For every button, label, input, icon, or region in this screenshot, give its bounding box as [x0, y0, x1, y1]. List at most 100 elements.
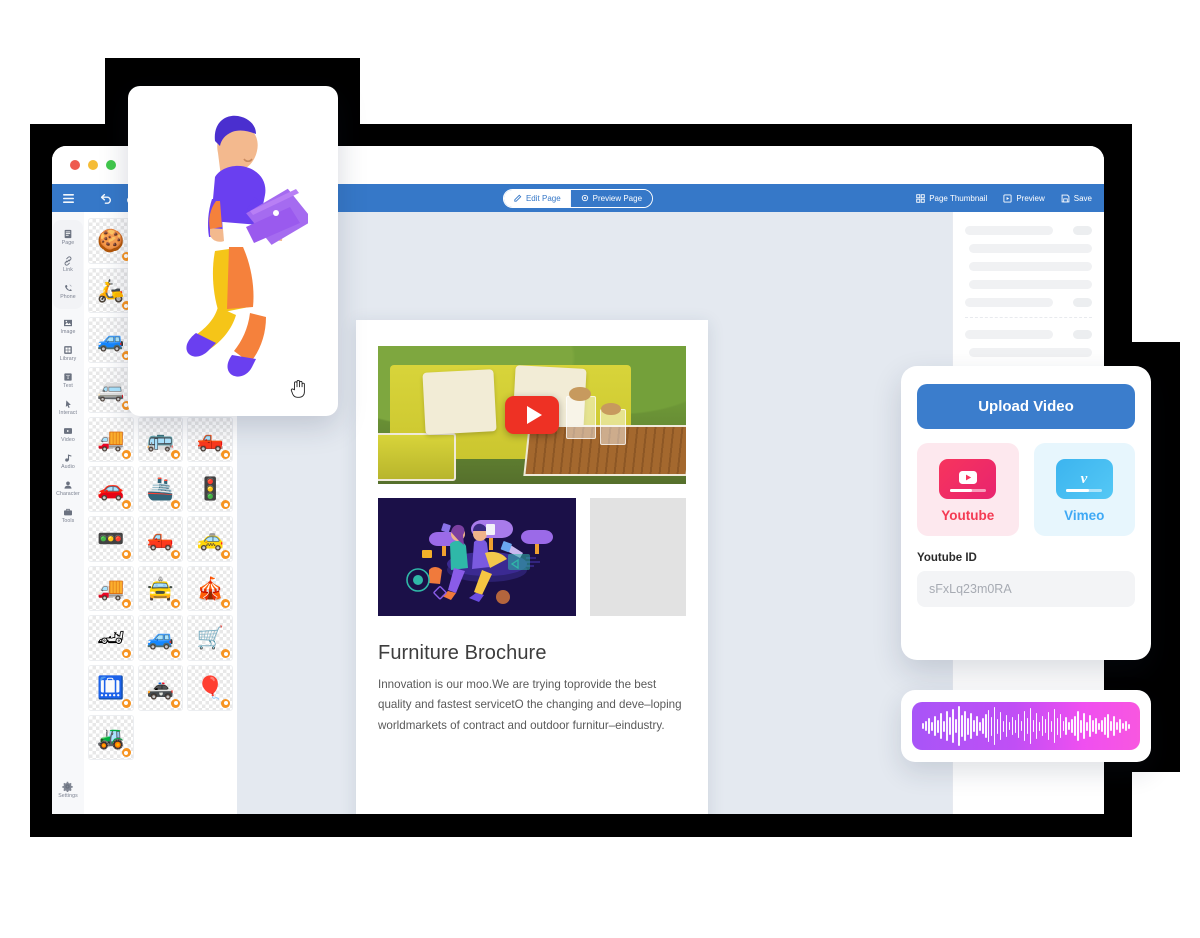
asset-cell-van-orange[interactable]: 🚐: [88, 367, 134, 413]
waveform-bar: [1026, 718, 1029, 734]
asset-cell-pickup-blue[interactable]: 🛻: [137, 516, 184, 562]
hamburger-menu-icon[interactable]: [62, 193, 75, 204]
asset-cell-army-tank[interactable]: 🚜: [88, 714, 134, 761]
sidebar-item-tools[interactable]: Tools: [62, 502, 75, 529]
asset-badge-icon[interactable]: [121, 698, 131, 708]
audio-waveform[interactable]: [912, 702, 1140, 750]
asset-badge-icon[interactable]: [121, 649, 131, 659]
asset-cell-jeep-green[interactable]: 🚙: [137, 615, 184, 662]
sidebar-item-video[interactable]: Video: [61, 421, 75, 448]
save-button[interactable]: Save: [1061, 194, 1092, 203]
asset-badge-icon[interactable]: [221, 698, 230, 708]
asset-cell-school-bus[interactable]: 🚌: [137, 416, 184, 463]
waveform-bar: [1068, 722, 1071, 730]
page-thumbnail-button[interactable]: Page Thumbnail: [916, 194, 987, 203]
youtube-id-input[interactable]: sFxLq23m0RA: [917, 571, 1135, 607]
sidebar-item-settings[interactable]: Settings: [58, 776, 78, 804]
asset-cell-container-ship[interactable]: 🚢: [137, 466, 184, 513]
asset-badge-icon[interactable]: [171, 649, 181, 659]
sidebar-item-audio[interactable]: Audio: [61, 448, 75, 475]
youtube-source-option[interactable]: Youtube: [917, 443, 1019, 536]
vimeo-source-option[interactable]: v Vimeo: [1033, 443, 1135, 536]
asset-badge-icon[interactable]: [221, 549, 230, 559]
asset-cell-car-pink[interactable]: 🚕: [187, 516, 233, 562]
waveform-bar: [1095, 718, 1097, 734]
waveform-bar: [1047, 712, 1050, 740]
asset-cell-truck-orange[interactable]: 🚚: [88, 565, 134, 612]
asset-cell-suv-gray[interactable]: 🚙: [88, 317, 134, 363]
sidebar-item-library[interactable]: Library: [60, 340, 77, 367]
sidebar-item-image-label: Image: [60, 329, 76, 335]
sidebar-item-link[interactable]: Link: [53, 251, 83, 278]
waveform-bar: [1011, 717, 1014, 735]
audio-waveform-card[interactable]: [901, 690, 1151, 762]
youtube-play-button[interactable]: [505, 396, 559, 434]
asset-cell-luggage-cart[interactable]: 🛄: [88, 665, 134, 711]
svg-text:T: T: [66, 375, 70, 381]
jeep-green-icon: 🚙: [146, 625, 175, 651]
waveform-bar: [1029, 708, 1032, 744]
asset-badge-icon[interactable]: [121, 549, 131, 559]
waveform-bar: [1050, 720, 1053, 732]
asset-cell-traffic-light-a[interactable]: 🚦: [187, 466, 233, 513]
sidebar-item-image[interactable]: Image: [61, 313, 76, 340]
youtube-icon: [939, 459, 997, 499]
asset-cell-food-cart[interactable]: 🎪: [187, 565, 233, 612]
asset-cell-car-blue[interactable]: 🚗: [88, 466, 134, 513]
waveform-bar: [1128, 723, 1130, 729]
illustration-image[interactable]: [378, 498, 576, 616]
asset-cell-flatbed-truck[interactable]: 🛻: [187, 416, 233, 463]
asset-cell-cookie-sprinkles[interactable]: 🍪: [88, 218, 134, 264]
asset-cell-race-car-red[interactable]: 🏎: [88, 615, 134, 662]
asset-badge-icon[interactable]: [171, 450, 181, 460]
asset-badge-icon[interactable]: [221, 599, 230, 609]
asset-cell-hand-cart[interactable]: 🛒: [187, 615, 233, 662]
asset-badge-icon[interactable]: [221, 450, 230, 460]
asset-badge-icon[interactable]: [171, 500, 181, 510]
hand-cart-icon: 🛒: [196, 625, 224, 651]
tab-preview-page[interactable]: Preview Page: [570, 189, 653, 207]
left-tool-rail: Page Link Phone Image Library T Text Int…: [52, 212, 84, 814]
waveform-bar: [925, 721, 927, 731]
asset-badge-icon[interactable]: [171, 698, 181, 708]
screenshot-stage: Edit Page Preview Page Page Thumbnail Pr…: [0, 0, 1200, 938]
sidebar-item-text[interactable]: T Text: [63, 367, 73, 394]
asset-cell-vintage-car-blue[interactable]: 🚖: [137, 565, 184, 612]
sidebar-item-audio-label: Audio: [61, 464, 75, 470]
asset-badge-icon[interactable]: [221, 500, 230, 510]
asset-cell-traffic-light-b[interactable]: 🚥: [88, 516, 134, 562]
preview-button[interactable]: Preview: [1003, 193, 1045, 203]
tab-edit-page[interactable]: Edit Page: [503, 189, 571, 207]
waveform-bar: [987, 710, 990, 742]
asset-badge-icon[interactable]: [121, 599, 131, 609]
asset-badge-icon[interactable]: [171, 599, 181, 609]
waveform-bar: [1101, 720, 1103, 732]
skeleton-row: [965, 226, 1092, 235]
sidebar-item-phone[interactable]: Phone: [53, 278, 83, 305]
asset-cell-scooter-blue[interactable]: 🛵: [88, 267, 134, 314]
container-ship-icon: 🚢: [146, 476, 175, 502]
asset-badge-icon[interactable]: [121, 450, 131, 460]
upload-video-button[interactable]: Upload Video: [917, 384, 1135, 429]
asset-badge-icon[interactable]: [121, 500, 131, 510]
waveform-bar: [949, 717, 951, 735]
sidebar-item-character[interactable]: Character: [56, 475, 80, 502]
asset-badge-icon[interactable]: [171, 549, 181, 559]
undo-icon[interactable]: [99, 192, 112, 204]
hero-video-thumbnail[interactable]: [378, 346, 686, 484]
asset-badge-icon[interactable]: [221, 649, 230, 659]
asset-badge-icon[interactable]: [121, 748, 131, 758]
sidebar-item-page[interactable]: Page: [53, 224, 83, 251]
asset-cell-delivery-truck[interactable]: 🚚: [88, 416, 134, 463]
waveform-bar: [946, 711, 948, 741]
asset-cell-police-car-front[interactable]: 🚓: [137, 665, 184, 711]
window-minimize-dot[interactable]: [88, 160, 98, 170]
image-placeholder[interactable]: [589, 498, 686, 616]
window-close-dot[interactable]: [70, 160, 80, 170]
asset-cell-hot-air-balloon[interactable]: 🎈: [187, 665, 233, 711]
illustration-preview-card[interactable]: [128, 86, 338, 416]
window-maximize-dot[interactable]: [106, 160, 116, 170]
sidebar-item-interact[interactable]: Interact: [59, 394, 77, 421]
preview-label: Preview: [1016, 193, 1045, 203]
waveform-bar: [1077, 711, 1080, 741]
